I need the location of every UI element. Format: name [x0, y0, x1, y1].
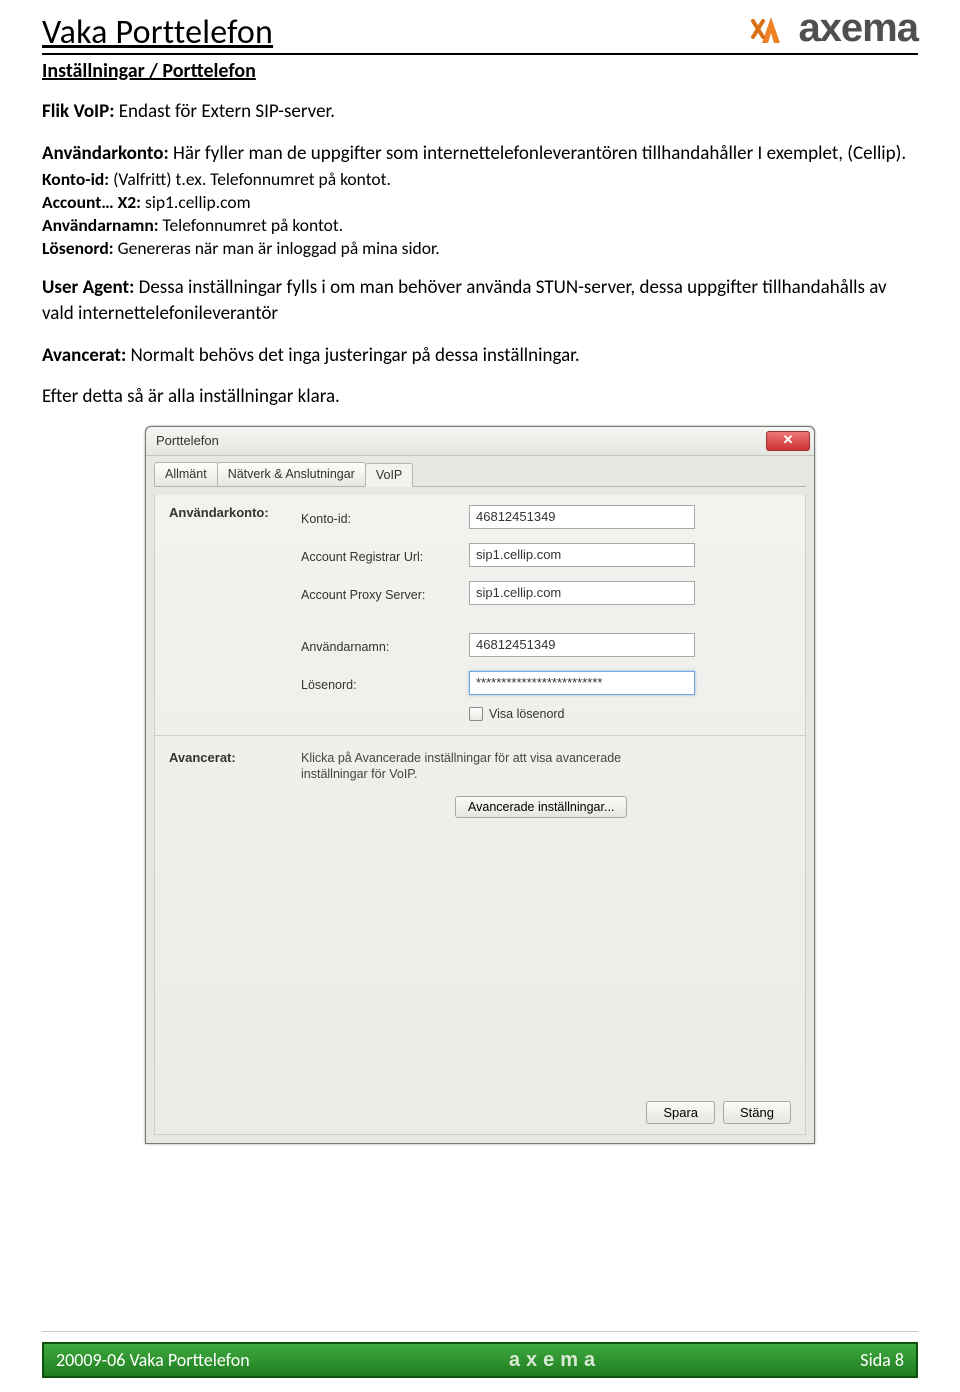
logo-text: axema	[798, 6, 918, 51]
anvandarkonto-text: Här fyller man de uppgifter som internet…	[169, 142, 906, 165]
save-button[interactable]: Spara	[646, 1101, 715, 1124]
flik-voip-label: Flik VoIP:	[42, 100, 114, 123]
section-advanced: Avancerat:	[169, 750, 301, 783]
tab-natverk[interactable]: Nätverk & Anslutningar	[217, 462, 366, 486]
tab-allmant[interactable]: Allmänt	[154, 462, 218, 486]
efter-text: Efter detta så är alla inställningar kla…	[42, 384, 918, 410]
page-title: Vaka Porttelefon	[42, 12, 273, 53]
useragent-txt: Dessa inställningar fylls i om man behöv…	[42, 276, 887, 325]
proxy-label: Account Proxy Server:	[301, 584, 469, 602]
footer-right: Sida 8	[860, 1349, 904, 1371]
account-txt: sip1.cellip.com	[141, 191, 251, 213]
registrar-label: Account Registrar Url:	[301, 546, 469, 564]
footer-logo: axema	[509, 1349, 601, 1372]
anvandarnamn-txt: Telefonnumret på kontot.	[159, 214, 344, 236]
page-footer: 20009-06 Vaka Porttelefon axema Sida 8	[42, 1342, 918, 1378]
porttelefon-window: Porttelefon ✕ Allmänt Nätverk & Anslutni…	[145, 426, 815, 1144]
flik-voip-text: Endast för Extern SIP-server.	[114, 100, 335, 123]
close-button[interactable]: Stäng	[723, 1101, 791, 1124]
voip-pane: Användarkonto: Konto-id: Account Registr…	[154, 495, 806, 1135]
konto-id-input[interactable]	[469, 505, 695, 529]
show-password-label: Visa lösenord	[489, 707, 565, 721]
avancerat-lbl: Avancerat:	[42, 344, 126, 367]
losenord-txt: Genereras när man är inloggad på mina si…	[114, 237, 440, 259]
konto-id-label: Konto-id:	[301, 508, 469, 526]
username-input[interactable]	[469, 633, 695, 657]
tab-bar: Allmänt Nätverk & Anslutningar VoIP	[154, 462, 806, 487]
tab-voip[interactable]: VoIP	[365, 463, 413, 487]
show-password-checkbox[interactable]	[469, 707, 483, 721]
account-lbl: Account… X2:	[42, 191, 141, 213]
avancerat-txt: Normalt behövs det inga justeringar på d…	[126, 344, 579, 367]
konto-id-lbl: Konto-id:	[42, 168, 109, 190]
logo-icon	[750, 11, 792, 47]
section-user-account: Användarkonto:	[169, 505, 301, 701]
window-close-button[interactable]: ✕	[766, 431, 810, 451]
password-input[interactable]	[469, 671, 695, 695]
losenord-lbl: Lösenord:	[42, 237, 114, 259]
username-label: Användarnamn:	[301, 636, 469, 654]
window-title: Porttelefon	[156, 433, 219, 448]
brand-logo: axema	[750, 6, 918, 51]
proxy-input[interactable]	[469, 581, 695, 605]
anvandarkonto-label: Användarkonto:	[42, 142, 169, 165]
anvandarnamn-lbl: Användarnamn:	[42, 214, 159, 236]
registrar-input[interactable]	[469, 543, 695, 567]
page-header: Vaka Porttelefon axema	[42, 12, 918, 55]
footer-separator	[42, 1331, 918, 1332]
konto-id-txt: (Valfritt) t.ex. Telefonnumret på kontot…	[109, 168, 391, 190]
advanced-settings-button[interactable]: Avancerade inställningar...	[455, 796, 627, 818]
subheading: Inställningar / Porttelefon	[42, 59, 918, 83]
footer-left: 20009-06 Vaka Porttelefon	[56, 1349, 250, 1371]
document-body: Flik VoIP: Endast för Extern SIP-server.…	[42, 99, 918, 410]
advanced-hint: Klicka på Avancerade inställningar för a…	[301, 750, 671, 783]
close-icon: ✕	[783, 432, 794, 447]
useragent-lbl: User Agent:	[42, 276, 134, 299]
show-password-row[interactable]: Visa lösenord	[469, 707, 791, 721]
password-label: Lösenord:	[301, 674, 469, 692]
section-divider	[155, 735, 805, 736]
